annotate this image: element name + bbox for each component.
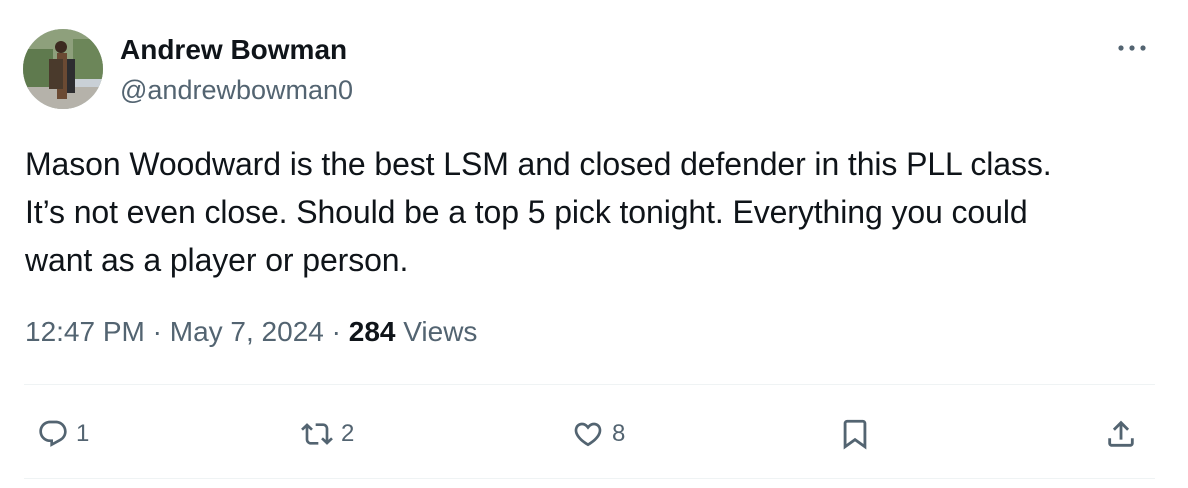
share-icon bbox=[1108, 420, 1134, 447]
views-count: 284 bbox=[348, 316, 396, 347]
tweet-time[interactable]: 12:47 PM bbox=[25, 316, 145, 347]
more-horizontal-icon bbox=[1118, 45, 1146, 51]
meta-separator: · bbox=[152, 316, 162, 347]
repost-button[interactable]: 2 bbox=[299, 416, 354, 452]
meta-separator: · bbox=[331, 316, 341, 347]
divider bbox=[24, 478, 1155, 479]
reply-icon bbox=[39, 420, 67, 447]
share-button[interactable] bbox=[1104, 416, 1138, 452]
tweet-card: Andrew Bowman @andrewbowman0 Mason Woodw… bbox=[0, 0, 1188, 488]
like-button[interactable]: 8 bbox=[570, 416, 625, 452]
heart-icon bbox=[574, 422, 602, 447]
bookmark-button[interactable] bbox=[838, 416, 872, 452]
avatar-photo bbox=[23, 29, 103, 109]
author-name[interactable]: Andrew Bowman bbox=[120, 33, 347, 67]
reply-button[interactable]: 1 bbox=[36, 416, 89, 452]
reply-count: 1 bbox=[76, 420, 90, 447]
author-handle[interactable]: @andrewbowman0 bbox=[120, 74, 353, 106]
like-count: 8 bbox=[612, 420, 626, 447]
tweet-date[interactable]: May 7, 2024 bbox=[170, 316, 324, 347]
more-options-button[interactable] bbox=[1112, 34, 1152, 62]
repost-icon bbox=[301, 423, 333, 445]
divider bbox=[24, 384, 1155, 385]
tweet-meta: 12:47 PM · May 7, 2024 · 284 Views bbox=[25, 314, 477, 350]
avatar[interactable] bbox=[23, 29, 103, 109]
bookmark-icon bbox=[843, 419, 867, 450]
tweet-text: Mason Woodward is the best LSM and close… bbox=[25, 146, 1052, 278]
repost-count: 2 bbox=[341, 420, 355, 447]
views-label: Views bbox=[403, 316, 478, 347]
